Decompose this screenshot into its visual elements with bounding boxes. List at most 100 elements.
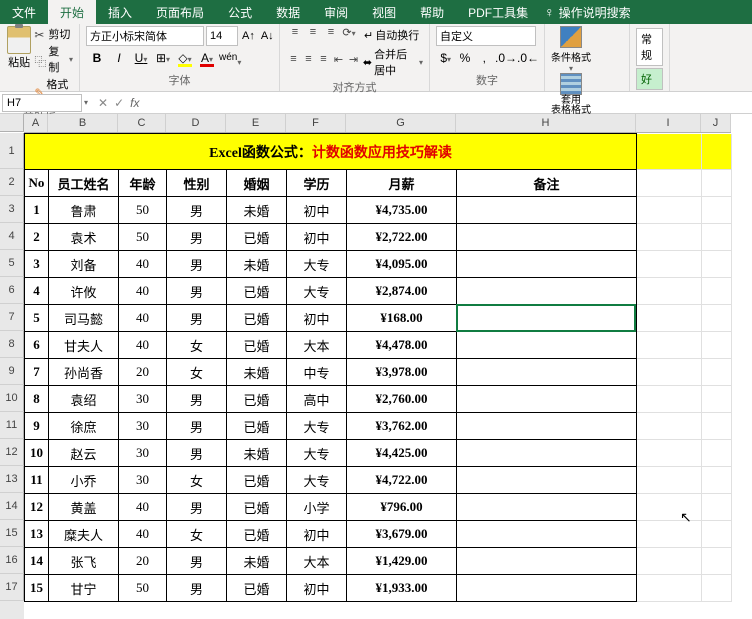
inc-decimal-button[interactable]: .0→ bbox=[494, 48, 516, 68]
cell-J12[interactable] bbox=[702, 440, 732, 467]
cell-r13-c2[interactable]: 20 bbox=[119, 548, 167, 575]
cell-r10-c0[interactable]: 11 bbox=[25, 467, 49, 494]
cell-r4-c1[interactable]: 司马懿 bbox=[49, 305, 119, 332]
cell-r12-c6[interactable]: ¥3,679.00 bbox=[347, 521, 457, 548]
grid[interactable]: Excel函数公式：计数函数应用技巧解读No员工姓名年龄性别婚姻学历月薪备注1鲁… bbox=[24, 133, 752, 619]
orientation-button[interactable]: ⟳▾ bbox=[340, 26, 358, 44]
cell-r6-c7[interactable] bbox=[457, 359, 637, 386]
cell-r11-c2[interactable]: 40 bbox=[119, 494, 167, 521]
cell-I6[interactable] bbox=[637, 278, 702, 305]
cell-I3[interactable] bbox=[637, 197, 702, 224]
cell-I2[interactable] bbox=[637, 170, 702, 197]
merge-center-button[interactable]: ⬌合并后居中▾ bbox=[363, 46, 423, 78]
cut-button[interactable]: 剪切 bbox=[34, 26, 73, 42]
cell-r1-c2[interactable]: 50 bbox=[119, 224, 167, 251]
row-header-1[interactable]: 1 bbox=[0, 133, 24, 169]
cell-r13-c5[interactable]: 大本 bbox=[287, 548, 347, 575]
align-left-button[interactable]: ≡ bbox=[286, 53, 301, 71]
cell-r14-c5[interactable]: 初中 bbox=[287, 575, 347, 602]
cell-r0-c4[interactable]: 未婚 bbox=[227, 197, 287, 224]
cell-r11-c5[interactable]: 小学 bbox=[287, 494, 347, 521]
cell-r7-c6[interactable]: ¥2,760.00 bbox=[347, 386, 457, 413]
cell-r8-c4[interactable]: 已婚 bbox=[227, 413, 287, 440]
cell-r12-c5[interactable]: 初中 bbox=[287, 521, 347, 548]
fx-icon[interactable]: fx bbox=[130, 96, 139, 110]
cancel-formula-icon[interactable]: ✕ bbox=[98, 96, 108, 110]
indent-dec-button[interactable]: ⇤ bbox=[331, 53, 346, 71]
cell-r2-c5[interactable]: 大专 bbox=[287, 251, 347, 278]
row-header-10[interactable]: 10 bbox=[0, 385, 24, 412]
cell-r10-c1[interactable]: 小乔 bbox=[49, 467, 119, 494]
cell-r6-c1[interactable]: 孙尚香 bbox=[49, 359, 119, 386]
cell-r11-c6[interactable]: ¥796.00 bbox=[347, 494, 457, 521]
cell-r13-c6[interactable]: ¥1,429.00 bbox=[347, 548, 457, 575]
cell-r1-c4[interactable]: 已婚 bbox=[227, 224, 287, 251]
cell-r6-c5[interactable]: 中专 bbox=[287, 359, 347, 386]
title-cell[interactable]: Excel函数公式：计数函数应用技巧解读 bbox=[25, 134, 637, 170]
cell-r2-c6[interactable]: ¥4,095.00 bbox=[347, 251, 457, 278]
row-header-15[interactable]: 15 bbox=[0, 520, 24, 547]
row-header-4[interactable]: 4 bbox=[0, 223, 24, 250]
col-header-H[interactable]: H bbox=[456, 114, 636, 132]
comma-button[interactable]: , bbox=[475, 48, 494, 68]
row-header-14[interactable]: 14 bbox=[0, 493, 24, 520]
cell-r1-c6[interactable]: ¥2,722.00 bbox=[347, 224, 457, 251]
cell-r8-c1[interactable]: 徐庶 bbox=[49, 413, 119, 440]
cell-I4[interactable] bbox=[637, 224, 702, 251]
dec-decimal-button[interactable]: .0← bbox=[516, 48, 538, 68]
cell-I15[interactable] bbox=[637, 521, 702, 548]
cell-I1[interactable] bbox=[637, 134, 702, 170]
col-header-D[interactable]: D bbox=[166, 114, 226, 132]
cell-r2-c0[interactable]: 3 bbox=[25, 251, 49, 278]
cell-r5-c4[interactable]: 已婚 bbox=[227, 332, 287, 359]
col-header-F[interactable]: F bbox=[286, 114, 346, 132]
cell-r3-c2[interactable]: 40 bbox=[119, 278, 167, 305]
row-header-2[interactable]: 2 bbox=[0, 169, 24, 196]
bold-button[interactable]: B bbox=[86, 48, 108, 68]
row-header-3[interactable]: 3 bbox=[0, 196, 24, 223]
cell-r10-c6[interactable]: ¥4,722.00 bbox=[347, 467, 457, 494]
cell-r5-c3[interactable]: 女 bbox=[167, 332, 227, 359]
row-header-9[interactable]: 9 bbox=[0, 358, 24, 385]
cell-r9-c6[interactable]: ¥4,425.00 bbox=[347, 440, 457, 467]
cell-r0-c5[interactable]: 初中 bbox=[287, 197, 347, 224]
cell-r11-c0[interactable]: 12 bbox=[25, 494, 49, 521]
cell-r5-c2[interactable]: 40 bbox=[119, 332, 167, 359]
cell-r11-c3[interactable]: 男 bbox=[167, 494, 227, 521]
conditional-format-button[interactable]: 条件格式▾ bbox=[551, 26, 591, 73]
indent-inc-button[interactable]: ⇥ bbox=[346, 53, 361, 71]
cell-I13[interactable] bbox=[637, 467, 702, 494]
cell-I14[interactable] bbox=[637, 494, 702, 521]
tab-layout[interactable]: 页面布局 bbox=[144, 0, 216, 25]
cell-r0-c7[interactable] bbox=[457, 197, 637, 224]
cell-r7-c3[interactable]: 男 bbox=[167, 386, 227, 413]
number-format-select[interactable] bbox=[436, 26, 536, 46]
row-header-17[interactable]: 17 bbox=[0, 574, 24, 601]
cell-J15[interactable] bbox=[702, 521, 732, 548]
cell-r1-c5[interactable]: 初中 bbox=[287, 224, 347, 251]
cell-r0-c1[interactable]: 鲁肃 bbox=[49, 197, 119, 224]
cell-r12-c3[interactable]: 女 bbox=[167, 521, 227, 548]
cell-r1-c1[interactable]: 袁术 bbox=[49, 224, 119, 251]
align-middle-button[interactable]: ≡ bbox=[304, 26, 322, 44]
cell-r6-c4[interactable]: 未婚 bbox=[227, 359, 287, 386]
cell-J13[interactable] bbox=[702, 467, 732, 494]
border-button[interactable]: ⊞▾ bbox=[152, 48, 174, 68]
tab-view[interactable]: 视图 bbox=[360, 0, 408, 25]
row-header-16[interactable]: 16 bbox=[0, 547, 24, 574]
col-header-B[interactable]: B bbox=[48, 114, 118, 132]
cell-r5-c6[interactable]: ¥4,478.00 bbox=[347, 332, 457, 359]
header-2[interactable]: 年龄 bbox=[119, 170, 167, 197]
phonetic-button[interactable]: wén▾ bbox=[218, 48, 240, 68]
cell-r12-c2[interactable]: 40 bbox=[119, 521, 167, 548]
cell-r9-c3[interactable]: 男 bbox=[167, 440, 227, 467]
cell-r9-c7[interactable] bbox=[457, 440, 637, 467]
col-header-E[interactable]: E bbox=[226, 114, 286, 132]
col-header-G[interactable]: G bbox=[346, 114, 456, 132]
cell-r7-c7[interactable] bbox=[457, 386, 637, 413]
font-name-select[interactable] bbox=[86, 26, 204, 46]
cell-r0-c0[interactable]: 1 bbox=[25, 197, 49, 224]
cell-r6-c3[interactable]: 女 bbox=[167, 359, 227, 386]
underline-button[interactable]: U▾ bbox=[130, 48, 152, 68]
currency-button[interactable]: $▾ bbox=[436, 48, 455, 68]
